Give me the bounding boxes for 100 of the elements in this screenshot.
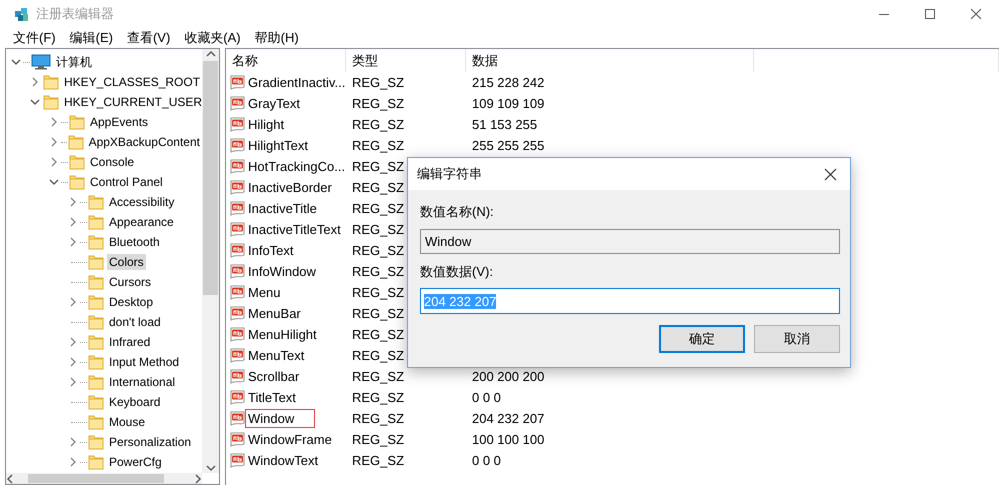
folder-icon [88, 374, 104, 390]
column-header[interactable]: 类型 [346, 49, 466, 72]
value-type: REG_SZ [352, 180, 404, 195]
vertical-scrollbar[interactable] [202, 49, 219, 473]
string-value-icon [230, 390, 246, 406]
folder-icon [69, 114, 85, 130]
tree-item[interactable]: Accessibility [107, 194, 176, 210]
scroll-up-icon [204, 49, 216, 59]
value-name[interactable]: TitleText [248, 389, 296, 406]
value-name[interactable]: GradientInactiv... [248, 74, 346, 91]
string-value-icon [230, 284, 246, 300]
folder-icon [88, 334, 104, 350]
string-value-icon [230, 138, 246, 154]
tree-item[interactable]: Personalization [107, 434, 194, 450]
value-type: REG_SZ [352, 390, 404, 405]
tree-item[interactable]: Desktop [107, 294, 156, 310]
value-name[interactable]: MenuBar [248, 305, 301, 322]
scroll-down-icon [204, 463, 216, 473]
folder-icon [88, 414, 104, 430]
horizontal-scrollbar[interactable] [6, 473, 202, 484]
folder-icon [88, 254, 104, 270]
value-data: 0 0 0 [472, 390, 501, 405]
value-name[interactable]: MenuHilight [248, 326, 317, 343]
tree-item[interactable]: Mouse [107, 414, 148, 430]
value-name[interactable]: InfoWindow [248, 263, 316, 280]
value-name[interactable]: InfoText [248, 242, 294, 259]
folder-icon [68, 134, 84, 150]
string-value-icon [230, 158, 246, 174]
value-type: REG_SZ [352, 432, 404, 447]
folder-icon [88, 434, 104, 450]
value-name-field[interactable]: Window [420, 229, 840, 254]
cancel-button[interactable]: 取消 [754, 325, 840, 353]
value-name[interactable]: HilightText [248, 137, 308, 154]
tree-item[interactable]: AppEvents [88, 114, 150, 130]
value-name[interactable]: HotTrackingCo... [248, 158, 346, 175]
tree-item[interactable]: Appearance [107, 214, 176, 230]
tree-item[interactable]: Input Method [107, 354, 182, 370]
menu-bar-entry[interactable]: 文件(F) [6, 28, 63, 48]
string-value-icon [230, 306, 246, 322]
folder-icon [88, 274, 104, 290]
string-value-icon [230, 368, 246, 384]
folder-icon [43, 94, 59, 110]
ok-button[interactable]: 确定 [659, 325, 745, 353]
value-type: REG_SZ [352, 243, 404, 258]
value-name[interactable]: InactiveTitleText [248, 221, 341, 238]
value-data: 215 228 242 [472, 75, 544, 90]
value-type: REG_SZ [352, 201, 404, 216]
string-value-icon [230, 96, 246, 112]
menu-bar-entry[interactable]: 帮助(H) [248, 28, 306, 48]
value-type: REG_SZ [352, 96, 404, 111]
column-header[interactable]: 名称 [226, 49, 346, 72]
string-value-icon [230, 200, 246, 216]
tree-item[interactable]: Cursors [107, 274, 154, 290]
tree-item[interactable]: International [107, 374, 178, 390]
tree-item[interactable]: Bluetooth [107, 234, 162, 250]
value-data: 0 0 0 [472, 453, 501, 468]
tree-item[interactable]: HKEY_CLASSES_ROOT [62, 74, 202, 90]
value-name[interactable]: GrayText [248, 95, 300, 112]
value-name[interactable]: Scrollbar [248, 368, 300, 385]
dialog-title: 编辑字符串 [417, 165, 482, 183]
value-name[interactable]: InactiveTitle [248, 200, 317, 217]
value-name[interactable]: WindowFrame [248, 431, 332, 448]
value-type: REG_SZ [352, 327, 404, 342]
folder-icon [69, 154, 85, 170]
folder-icon [88, 394, 104, 410]
tree-item[interactable]: Keyboard [107, 394, 162, 410]
folder-icon [88, 294, 104, 310]
value-name[interactable]: WindowText [248, 452, 318, 469]
value-type: REG_SZ [352, 285, 404, 300]
string-value-icon [230, 222, 246, 238]
value-name[interactable]: Menu [248, 284, 281, 301]
value-name[interactable]: InactiveBorder [248, 179, 332, 196]
tree-item[interactable]: PowerCfg [107, 454, 164, 470]
app-icon [13, 6, 29, 22]
string-value-icon [230, 242, 246, 258]
tree-item[interactable]: don't load [107, 314, 163, 330]
value-name[interactable]: MenuText [248, 347, 304, 364]
scrollbar-thumb[interactable] [28, 474, 164, 483]
tree-item[interactable]: Colors [107, 254, 146, 270]
close-icon [969, 9, 983, 19]
menu-bar-entry[interactable]: 编辑(E) [62, 28, 120, 48]
tree-item[interactable]: HKEY_CURRENT_USER [62, 94, 202, 110]
folder-icon [88, 314, 104, 330]
column-header[interactable]: 数据 [466, 49, 754, 72]
tree-item[interactable]: AppXBackupContent [86, 134, 202, 150]
value-name[interactable]: Window [246, 410, 314, 427]
tree-item[interactable]: 计算机 [54, 52, 94, 72]
value-type: REG_SZ [352, 264, 404, 279]
value-type: REG_SZ [352, 75, 404, 90]
tree-item[interactable]: Infrared [107, 334, 152, 350]
menu-bar-entry[interactable]: 收藏夹(A) [177, 28, 248, 48]
close-icon [824, 168, 836, 180]
value-type: REG_SZ [352, 369, 404, 384]
menu-bar-entry[interactable]: 查看(V) [120, 28, 178, 48]
value-type: REG_SZ [352, 117, 404, 132]
tree-item[interactable]: Control Panel [88, 174, 165, 190]
value-name[interactable]: Hilight [248, 116, 284, 133]
window-title: 注册表编辑器 [36, 5, 114, 23]
scrollbar-thumb[interactable] [203, 61, 218, 295]
tree-item[interactable]: Console [88, 154, 136, 170]
